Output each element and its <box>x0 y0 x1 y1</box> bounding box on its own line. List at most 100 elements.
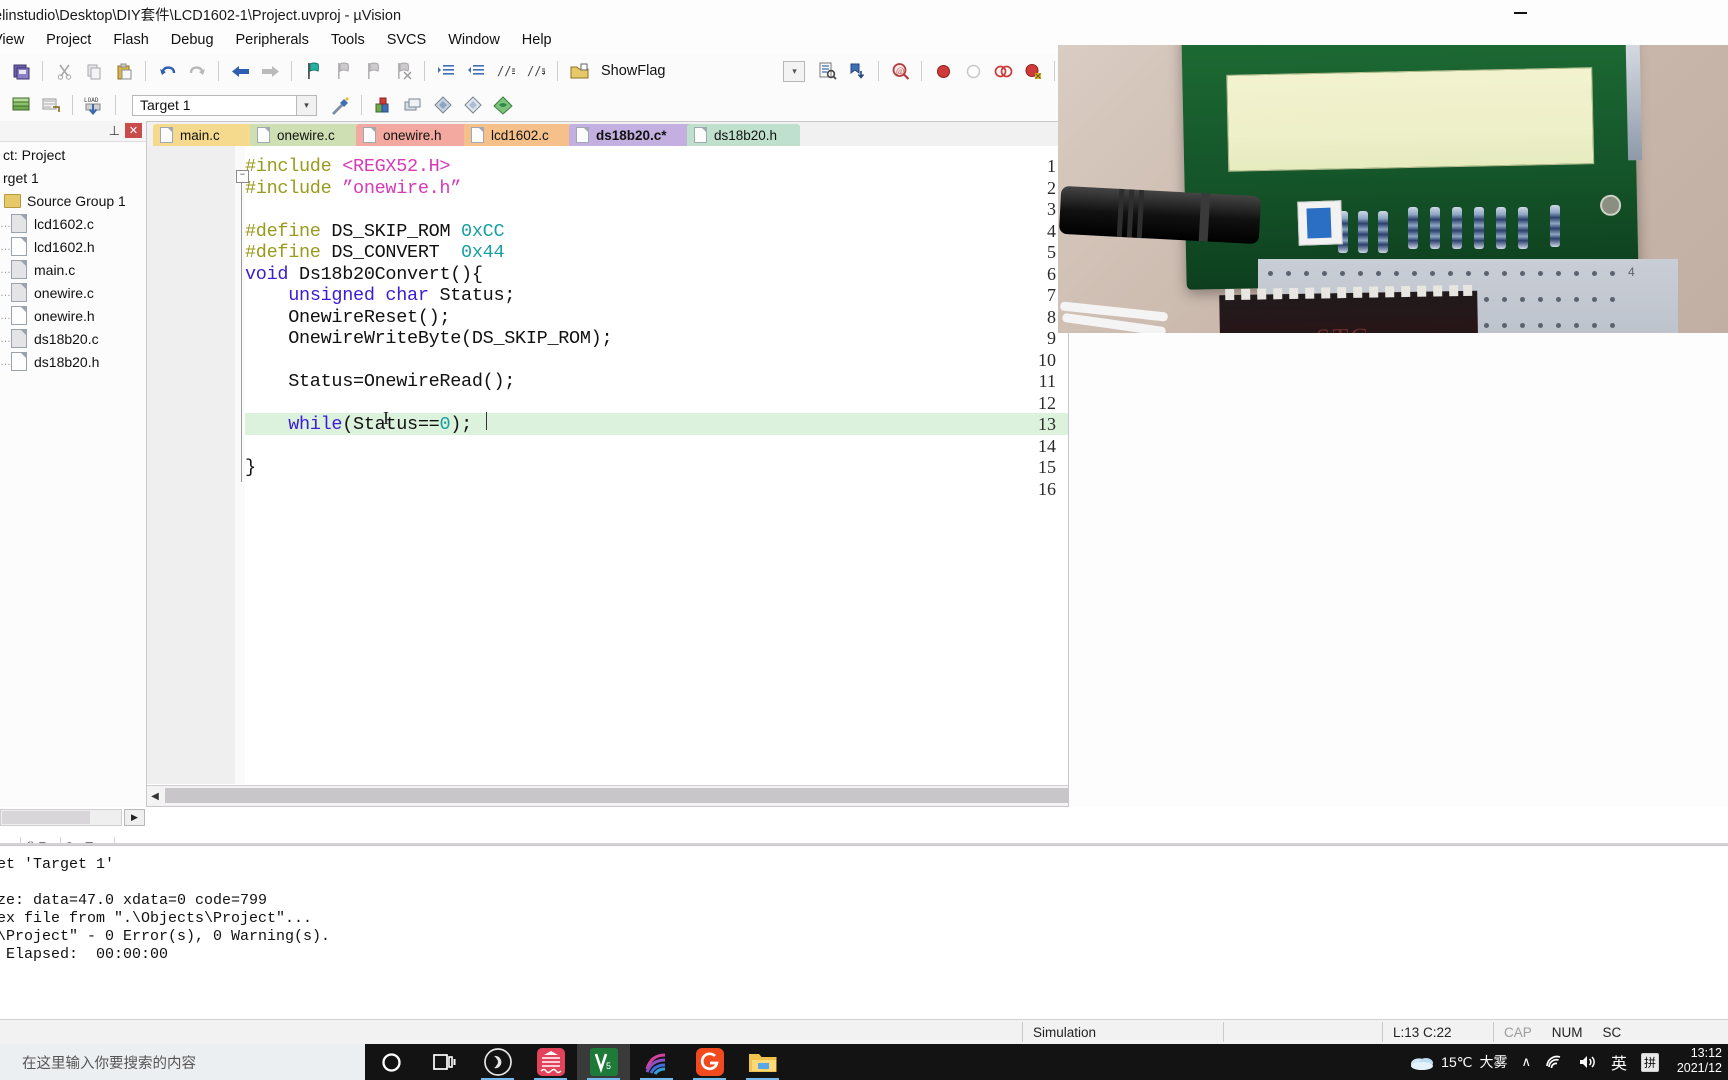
menu-item-window[interactable]: Window <box>437 29 511 51</box>
navigate-back-icon[interactable] <box>227 58 253 84</box>
editor-tab-ds18b20-h[interactable]: ds18b20.h <box>687 124 800 146</box>
pin-icon[interactable]: ⊥ <box>109 123 120 139</box>
tree-file-main-c[interactable]: … main.c <box>0 258 146 281</box>
keil-uvision-icon[interactable]: 5 <box>577 1044 630 1080</box>
code-line-9[interactable]: OnewireWriteByte(DS_SKIP_ROM); <box>245 328 612 349</box>
indent-icon[interactable] <box>433 58 459 84</box>
disable-all-breakpoints-icon[interactable] <box>1020 58 1046 84</box>
target-dropdown-arrow[interactable]: ▾ <box>297 94 317 116</box>
multi-project-icon[interactable] <box>400 92 426 118</box>
comment-icon[interactable]: //≡ <box>493 58 519 84</box>
tree-file-ds18b20-h[interactable]: … ds18b20.h <box>0 350 146 373</box>
target-selector[interactable]: Target 1 <box>132 94 297 116</box>
menu-item-peripherals[interactable]: Peripherals <box>225 29 320 51</box>
find-in-files-icon[interactable] <box>814 58 840 84</box>
tree-file-onewire-h[interactable]: … onewire.h <box>0 304 146 327</box>
taskbar-clock[interactable]: 13:12 2021/12 <box>1677 1046 1722 1076</box>
taskbar-search-box[interactable]: 在这里输入你要搜索的内容 <box>0 1044 365 1080</box>
code-line-8[interactable]: OnewireReset(); <box>245 307 450 328</box>
tree-file-ds18b20-c[interactable]: … ds18b20.c <box>0 327 146 350</box>
build-icon[interactable] <box>8 92 34 118</box>
360-browser-icon[interactable] <box>683 1044 736 1080</box>
code-area[interactable]: 1 2 3 4 5 6 7 8 9 10 11 12 13 14 15 16 #include <REGX52… <box>147 146 1068 784</box>
uncomment-icon[interactable]: //≢ <box>523 58 549 84</box>
menu-item-tools[interactable]: Tools <box>320 29 376 51</box>
cut-icon[interactable] <box>51 58 77 84</box>
bookmark-clear-icon[interactable] <box>390 58 416 84</box>
menu-item-svcs[interactable]: SVCS <box>376 29 438 51</box>
navigate-forward-icon[interactable] <box>257 58 283 84</box>
paste-icon[interactable] <box>111 58 137 84</box>
insert-breakpoint-icon[interactable] <box>930 58 956 84</box>
speaker-icon[interactable] <box>1578 1054 1597 1070</box>
bookmark-toggle-icon[interactable] <box>300 58 326 84</box>
zoom-icon[interactable]: @ <box>887 58 913 84</box>
menu-item-help[interactable]: Help <box>511 29 563 51</box>
obs-studio-icon[interactable] <box>471 1044 524 1080</box>
disable-breakpoint-icon[interactable] <box>960 58 986 84</box>
outdent-icon[interactable] <box>463 58 489 84</box>
sidebar-scroll-right-button[interactable]: ▶ <box>124 809 145 826</box>
fold-toggle-icon[interactable]: − <box>236 170 249 183</box>
ime-mode-indicator[interactable]: 拼 <box>1640 1052 1659 1072</box>
build-output-panel[interactable]: get 'Target 1'.ize: data=47.0 xdata=0 co… <box>0 843 1728 1013</box>
app-red-icon[interactable] <box>524 1044 577 1080</box>
redo-icon[interactable] <box>184 58 210 84</box>
menu-item-debug[interactable]: Debug <box>160 29 225 51</box>
code-line-7[interactable]: unsigned char Status; <box>245 285 515 306</box>
tree-file-lcd1602-c[interactable]: … lcd1602.c <box>0 212 146 235</box>
file-explorer-icon[interactable] <box>736 1044 789 1080</box>
manage-project-icon[interactable] <box>370 92 396 118</box>
bookmark-next-icon[interactable] <box>360 58 386 84</box>
scrollbar-thumb[interactable] <box>2 811 90 824</box>
task-view-icon[interactable] <box>418 1044 471 1080</box>
menu-item-view[interactable]: View <box>0 29 35 51</box>
menu-item-project[interactable]: Project <box>35 29 102 51</box>
rebuild-icon[interactable] <box>38 92 64 118</box>
editor-tab-ds18b20-c-[interactable]: ds18b20.c* <box>569 124 694 146</box>
wifi-icon[interactable] <box>1545 1054 1564 1070</box>
weather-widget[interactable]: 15℃ 大雾 <box>1410 1052 1507 1072</box>
bookmark-prev-icon[interactable] <box>330 58 356 84</box>
editor-horizontal-scrollbar[interactable]: ◀ <box>147 785 1202 806</box>
sidebar-horizontal-scrollbar[interactable] <box>0 809 122 826</box>
undo-icon[interactable] <box>154 58 180 84</box>
code-line-11[interactable]: Status=OnewireRead(); <box>245 371 515 392</box>
editor-tab-onewire-h[interactable]: onewire.h <box>356 124 471 146</box>
code-line-13[interactable]: while(Status==0); <box>245 414 472 435</box>
scroll-left-button[interactable]: ◀ <box>147 787 163 805</box>
open-file-icon[interactable] <box>566 58 592 84</box>
save-all-icon[interactable] <box>8 58 34 84</box>
code-line-4[interactable]: #define DS_SKIP_ROM 0xCC <box>245 221 505 242</box>
app-gradient-icon[interactable] <box>630 1044 683 1080</box>
tree-source-group[interactable]: Source Group 1 <box>0 189 146 212</box>
package-installer-icon[interactable] <box>490 92 516 118</box>
target-options-icon[interactable] <box>327 92 353 118</box>
code-line-6[interactable]: void Ds18b20Convert(){ <box>245 264 483 285</box>
code-line-1[interactable]: #include <REGX52.H> <box>245 156 451 177</box>
editor-tab-lcd1602-c[interactable]: lcd1602.c <box>464 124 576 146</box>
kill-breakpoints-icon[interactable] <box>990 58 1016 84</box>
tree-target[interactable]: rget 1 <box>0 166 146 189</box>
ime-language-indicator[interactable]: 英 <box>1611 1050 1627 1074</box>
editor-tab-main-c[interactable]: main.c <box>153 124 257 146</box>
cortana-icon[interactable] <box>365 1044 418 1080</box>
code-line-15[interactable]: } <box>245 457 256 478</box>
editor-scrollbar-thumb[interactable] <box>165 788 1202 803</box>
menu-item-flash[interactable]: Flash <box>102 29 159 51</box>
book-icon[interactable] <box>460 92 486 118</box>
bookmark-goto-icon[interactable] <box>844 58 870 84</box>
code-line-2[interactable]: #include ”onewire.h” <box>245 178 461 199</box>
minimize-button[interactable] <box>1497 0 1543 26</box>
copy-icon[interactable] <box>81 58 107 84</box>
download-icon[interactable]: LOAD <box>81 92 107 118</box>
flag-dropdown[interactable]: ▾ <box>783 60 806 82</box>
tree-project-root[interactable]: ct: Project <box>0 143 146 166</box>
tree-file-onewire-c[interactable]: … onewire.c <box>0 281 146 304</box>
editor-tab-onewire-c[interactable]: onewire.c <box>250 124 363 146</box>
tree-file-lcd1602-h[interactable]: … lcd1602.h <box>0 235 146 258</box>
close-icon[interactable]: ✕ <box>125 123 142 138</box>
show-hidden-icons-chevron[interactable]: ∧ <box>1521 1054 1531 1070</box>
configure-icon[interactable] <box>430 92 456 118</box>
code-line-5[interactable]: #define DS_CONVERT 0x44 <box>245 242 505 263</box>
